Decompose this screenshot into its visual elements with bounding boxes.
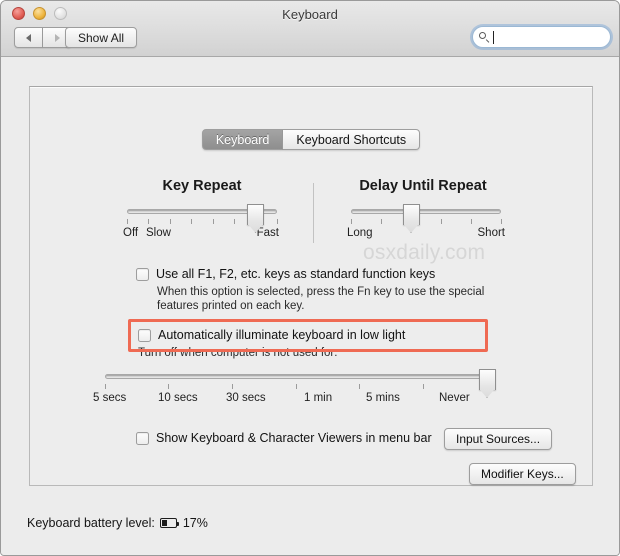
text-cursor [493,31,494,44]
slider-track [351,209,501,214]
navigation-buttons [14,27,72,48]
battery-fill [161,520,167,526]
search-icon [479,31,490,43]
tab-bar: Keyboard Keyboard Shortcuts [1,129,619,150]
turn-off-tick-label-0: 5 secs [93,392,127,404]
battery-percent: 17% [182,516,208,530]
window-titlebar: Keyboard Show All [1,1,619,57]
turn-off-tick-label-3: 1 min [304,392,333,404]
key-repeat-title: Key Repeat [162,178,242,194]
turn-off-slider[interactable]: 5 secs 10 secs 30 secs 1 min 5 mins Neve… [93,368,496,404]
slider-ticks [105,384,488,390]
illuminate-keyboard-label: Automatically illuminate keyboard in low… [158,328,406,342]
delay-until-repeat-title: Delay Until Repeat [359,178,487,194]
watermark-text: osxdaily.com [363,241,486,264]
slider-ticks [351,219,502,225]
key-repeat-slider[interactable]: Off Slow Fast [123,203,279,239]
key-repeat-label-fast: Fast [256,227,279,239]
show-viewers-label: Show Keyboard & Character Viewers in men… [156,431,432,445]
preferences-body: Keyboard Keyboard Shortcuts Key Repeat O… [1,57,619,499]
tab-keyboard[interactable]: Keyboard [201,129,284,150]
show-all-button[interactable]: Show All [65,27,138,48]
slider-thumb[interactable] [247,204,265,225]
keyboard-preferences-window: Keyboard Show All Keyboard Keyboard Shor… [0,0,620,556]
show-viewers-checkbox[interactable] [136,432,149,445]
back-button[interactable] [14,27,43,48]
illuminate-keyboard-row[interactable]: Automatically illuminate keyboard in low… [138,328,405,343]
function-keys-checkbox[interactable] [136,268,149,281]
illuminate-keyboard-checkbox[interactable] [138,329,151,342]
delay-label-long: Long [347,227,373,239]
slider-thumb[interactable] [478,369,496,390]
key-repeat-label-slow: Slow [146,227,171,239]
delay-until-repeat-slider[interactable]: Long Short [347,203,505,239]
delay-label-short: Short [477,227,506,239]
input-sources-button[interactable]: Input Sources... [444,428,553,450]
function-keys-description-line1: When this option is selected, press the … [157,286,485,298]
slider-track [105,374,487,379]
turn-off-tick-label-1: 10 secs [158,392,198,404]
show-viewers-row[interactable]: Show Keyboard & Character Viewers in men… [136,431,432,446]
search-input[interactable] [492,31,619,43]
battery-icon [159,518,180,528]
function-keys-row[interactable]: Use all F1, F2, etc. keys as standard fu… [136,267,435,282]
function-keys-description-line2: features printed on each key. [157,300,305,312]
bottom-bar: Keyboard battery level: 17% Set Up Bluet… [1,499,619,555]
search-field[interactable] [472,26,619,48]
key-repeat-label-off: Off [123,227,139,239]
slider-thumb[interactable] [402,204,420,225]
window-title: Keyboard [282,7,338,22]
turn-off-tick-label-4: 5 mins [366,392,400,404]
turn-off-tick-label-5: Never [439,392,470,404]
function-keys-label: Use all F1, F2, etc. keys as standard fu… [156,267,436,281]
vertical-divider [313,183,314,243]
triangle-right-icon [54,33,60,42]
battery-label: Keyboard battery level: [27,516,155,530]
triangle-left-icon [26,33,31,42]
keyboard-battery-status: Keyboard battery level: 17% [27,516,208,530]
turn-off-tick-label-2: 30 secs [226,392,266,404]
tab-keyboard-shortcuts[interactable]: Keyboard Shortcuts [283,129,421,150]
modifier-keys-button[interactable]: Modifier Keys... [469,463,576,485]
